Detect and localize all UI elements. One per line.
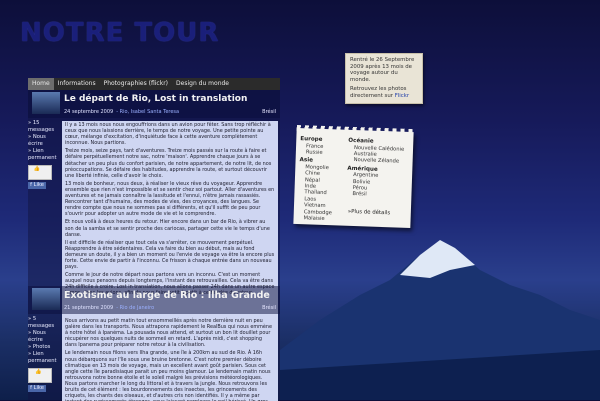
post-meta: 21 septembre 2009- Rio de Janeiro	[64, 305, 154, 311]
site-title[interactable]: NOTRE TOUR	[20, 18, 219, 48]
post-thumbnail	[32, 92, 60, 114]
post-title[interactable]: Exotisme au large de Rio : Ilha Grande	[64, 290, 270, 301]
nav-home[interactable]: Home	[28, 78, 54, 90]
post-sidebar: » 5 messages » Nous écrire » Photos » Li…	[28, 316, 58, 392]
messages-link[interactable]: » 5 messages	[28, 316, 58, 330]
post-author[interactable]: - Rio, Isabel Santa Teresa	[116, 109, 179, 115]
nav-design-du-monde[interactable]: Design du monde	[172, 78, 233, 90]
post-author[interactable]: - Rio de Janeiro	[116, 305, 154, 311]
countries-col-left: Europe France Russie Asie Mongolie Chine…	[297, 136, 350, 223]
paragraph: Il y a 13 mois nous nous engouffrions da…	[65, 122, 271, 147]
countries-col-right: Océanie Nouvelle Calédonie Australie Nou…	[346, 138, 410, 200]
nav-photographies[interactable]: Photographies (flickr)	[100, 78, 172, 90]
note-text: Rentré le 26 Septembre 2009 après 13 moi…	[350, 57, 415, 83]
post-header: Le départ de Rio, Lost in translation 24…	[28, 90, 280, 118]
like-button[interactable]: f Like	[28, 182, 46, 189]
post-body: Nous arrivons au petit matin tout ensomm…	[62, 317, 278, 401]
paragraph: Il est difficile de réaliser que tout ce…	[65, 239, 275, 271]
messages-link[interactable]: » 15 messages	[28, 120, 58, 134]
paragraph: Le lendemain nous filons vers Ilha grand…	[65, 350, 271, 401]
facebook-icon: f	[30, 182, 32, 188]
like-count-box: 👍0	[28, 368, 52, 383]
countries-paper: Europe France Russie Asie Mongolie Chine…	[293, 124, 414, 229]
post-title[interactable]: Le départ de Rio, Lost in translation	[64, 94, 247, 104]
main-nav: Home Informations Photographies (flickr)…	[28, 78, 280, 90]
post-2: Exotisme au large de Rio : Ilha Grande 2…	[28, 286, 280, 401]
like-count: 10	[39, 166, 47, 172]
like-button-label: Like	[33, 385, 44, 391]
post-meta: 24 septembre 2009- Rio, Isabel Santa Ter…	[64, 109, 179, 115]
content-column: Le départ de Rio, Lost in translation 24…	[28, 90, 280, 401]
like-count: 0	[41, 369, 45, 375]
post-date: 24 septembre 2009	[64, 109, 114, 115]
post-thumbnail	[32, 288, 60, 310]
country-link[interactable]: Nouvelle Zélande	[348, 157, 410, 166]
post-1: Le départ de Rio, Lost in translation 24…	[28, 90, 280, 345]
post-category[interactable]: Brésil	[262, 109, 276, 115]
post-category[interactable]: Brésil	[262, 305, 276, 311]
country-link[interactable]: Brésil	[346, 191, 408, 200]
post-sidebar: » 15 messages » Nous écrire » Lien perma…	[28, 120, 58, 189]
paragraph: Nous arrivons au petit matin tout ensomm…	[65, 318, 272, 349]
more-details-link[interactable]: »Plus de détails	[348, 209, 391, 216]
nav-informations[interactable]: Informations	[54, 78, 100, 90]
flickr-link[interactable]: Flickr	[395, 93, 409, 99]
write-us-link[interactable]: » Nous écrire	[28, 330, 58, 344]
permalink-link[interactable]: » Lien permanent	[28, 148, 58, 162]
mountain-background	[280, 240, 600, 400]
note-photos-text: Retrouvez les photos directement sur Fli…	[350, 86, 410, 99]
post-date: 21 septembre 2009	[64, 305, 114, 311]
post-header: Exotisme au large de Rio : Ilha Grande 2…	[28, 286, 280, 314]
return-note: Rentré le 26 Septembre 2009 après 13 moi…	[345, 53, 423, 104]
country-link[interactable]: Malaisie	[297, 215, 347, 223]
facebook-icon: f	[30, 385, 32, 391]
country-link[interactable]: Russie	[300, 149, 350, 157]
paragraph: Et nous voilà à deux heures du retour. H…	[65, 219, 270, 238]
write-us-link[interactable]: » Nous écrire	[28, 134, 58, 148]
like-button[interactable]: f Like	[28, 385, 46, 392]
paragraph: 13 mois de bonheur, nous deux, à réalise…	[65, 180, 275, 218]
photos-link[interactable]: » Photos	[28, 344, 58, 351]
paragraph: Treize mois, seize pays, tant d'aventure…	[65, 148, 272, 179]
like-button-label: Like	[33, 182, 44, 188]
paper-holes	[296, 124, 414, 136]
like-count-box: 👍10	[28, 165, 52, 180]
permalink-link[interactable]: » Lien permanent	[28, 351, 58, 365]
